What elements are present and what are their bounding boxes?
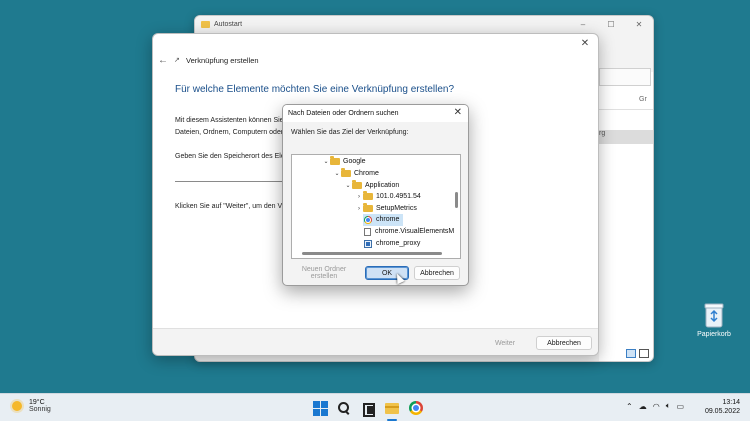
new-folder-button[interactable]: Neuen Ordner erstellen xyxy=(288,266,360,280)
folder-tree[interactable]: ⌄ Google ⌄ Chrome ⌄ Application › 101.0.… xyxy=(291,154,461,259)
close-icon[interactable]: ✕ xyxy=(578,37,592,51)
back-arrow-icon[interactable]: ← xyxy=(158,55,168,66)
wifi-icon[interactable]: ◠ xyxy=(653,402,660,411)
tree-item-google[interactable]: ⌄ Google xyxy=(322,156,366,168)
wizard-intro-line: Dateien, Ordnern, Computern oder xyxy=(175,129,284,136)
volume-icon[interactable]: 🔈︎ xyxy=(666,401,671,411)
sun-icon xyxy=(12,401,22,411)
task-view-icon[interactable] xyxy=(360,400,376,417)
browse-titlebar[interactable]: Nach Dateien oder Ordnern suchen ✕ xyxy=(283,105,468,122)
explorer-search-box[interactable] xyxy=(599,68,651,86)
wizard-title: Verknüpfung erstellen xyxy=(186,56,259,65)
column-header[interactable]: Gr xyxy=(599,96,653,110)
folder-icon xyxy=(352,180,362,190)
details-view-icon[interactable] xyxy=(626,349,636,358)
folder-icon xyxy=(363,203,373,213)
wizard-footer: Weiter Abbrechen xyxy=(153,328,598,355)
minimize-icon[interactable]: – xyxy=(569,16,597,32)
chevron-right-icon[interactable]: › xyxy=(355,194,363,200)
tree-item-version[interactable]: › 101.0.4951.54 xyxy=(355,191,421,203)
system-tray: ⌃ ☁ ◠ 🔈︎ ▭ xyxy=(626,401,684,411)
wizard-heading: Für welche Elemente möchten Sie eine Ver… xyxy=(175,84,455,95)
search-icon[interactable] xyxy=(336,400,352,416)
chevron-right-icon[interactable]: › xyxy=(355,206,363,212)
location-label: Geben Sie den Speicherort des Ele xyxy=(175,153,285,160)
tree-item-chrome-proxy[interactable]: chrome_proxy xyxy=(363,238,420,250)
maximize-icon[interactable]: ☐ xyxy=(597,16,625,32)
browse-title: Nach Dateien oder Ordnern suchen xyxy=(288,110,399,117)
recycle-bin-icon xyxy=(703,302,725,328)
chevron-down-icon[interactable]: ⌄ xyxy=(322,158,330,165)
file-explorer-icon[interactable] xyxy=(384,400,400,421)
chrome-icon xyxy=(364,215,372,224)
recycle-bin-label: Papierkorb xyxy=(697,331,731,338)
close-icon[interactable]: ✕ xyxy=(625,16,653,32)
close-icon[interactable]: ✕ xyxy=(454,107,462,118)
weather-widget[interactable]: 19°C Sonnig xyxy=(12,399,51,413)
tree-item-chrome-exe[interactable]: chrome xyxy=(363,214,403,226)
next-button[interactable]: Weiter xyxy=(480,336,530,350)
chrome-taskbar-icon[interactable] xyxy=(408,400,424,416)
tree-item-label: chrome xyxy=(376,216,400,224)
browse-cancel-button[interactable]: Abbrechen xyxy=(414,266,460,280)
recycle-bin[interactable]: Papierkorb xyxy=(690,302,738,338)
tree-item-application[interactable]: ⌄ Application xyxy=(344,180,399,192)
tree-item-label: Google xyxy=(343,158,366,166)
explorer-file-pane xyxy=(599,72,653,361)
clock[interactable]: 13:14 09.05.2022 xyxy=(705,398,740,416)
browse-prompt: Wählen Sie das Ziel der Verknüpfung: xyxy=(291,129,409,136)
cloud-icon[interactable]: ☁ xyxy=(639,402,647,411)
explorer-title: Autostart xyxy=(214,20,243,28)
location-input[interactable] xyxy=(175,170,282,182)
chevron-down-icon[interactable]: ⌄ xyxy=(344,182,352,189)
folder-icon xyxy=(330,156,340,166)
battery-icon[interactable]: ▭ xyxy=(677,402,685,411)
start-button[interactable] xyxy=(312,400,328,416)
weather-temperature: 19°C xyxy=(29,399,45,406)
tiles-view-icon[interactable] xyxy=(639,349,649,358)
tree-item-visualelements[interactable]: chrome.VisualElementsM xyxy=(363,226,454,238)
folder-icon xyxy=(341,168,351,178)
weather-description: Sonnig xyxy=(29,406,51,413)
chevron-down-icon[interactable]: ⌄ xyxy=(333,170,341,177)
file-row[interactable]: rg xyxy=(599,130,653,144)
folder-icon xyxy=(363,191,373,201)
taskbar: 19°C Sonnig ⌃ ☁ ◠ 🔈︎ ▭ 13:14 09.05.2022 xyxy=(0,393,750,421)
tree-item-label: SetupMetrics xyxy=(376,205,417,213)
exe-icon xyxy=(364,239,372,248)
tree-item-label: Chrome xyxy=(354,170,379,178)
clock-date: 09.05.2022 xyxy=(704,408,740,415)
folder-icon xyxy=(201,20,210,28)
chevron-up-icon[interactable]: ⌃ xyxy=(626,402,633,411)
tree-item-label: chrome_proxy xyxy=(376,240,421,248)
shortcut-icon: ↗ xyxy=(174,57,180,64)
browse-dialog: Nach Dateien oder Ordnern suchen ✕ Wähle… xyxy=(282,104,469,286)
vertical-scrollbar[interactable] xyxy=(455,192,458,208)
tree-item-label: chrome.VisualElementsM xyxy=(375,228,455,236)
tree-item-label: 101.0.4951.54 xyxy=(376,193,421,201)
wizard-cancel-button[interactable]: Abbrechen xyxy=(536,336,592,350)
wizard-intro-line: Mit diesem Assistenten können Sie xyxy=(175,117,284,124)
next-hint: Klicken Sie auf "Weiter", um den Vo xyxy=(175,203,286,210)
tree-item-setupmetrics[interactable]: › SetupMetrics xyxy=(355,203,417,215)
horizontal-scrollbar[interactable] xyxy=(302,252,442,255)
clock-time: 13:14 xyxy=(722,399,740,406)
wizard-intro: Mit diesem Assistenten können Sie Dateie… xyxy=(175,115,285,139)
tree-item-chrome-folder[interactable]: ⌄ Chrome xyxy=(333,168,379,180)
file-icon xyxy=(364,227,371,236)
tree-item-label: Application xyxy=(365,182,400,190)
